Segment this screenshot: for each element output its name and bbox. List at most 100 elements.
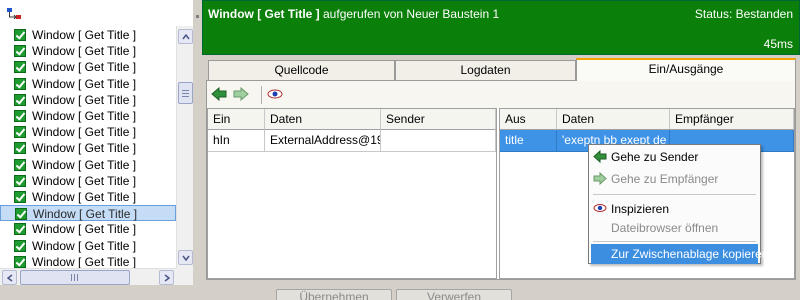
splitter-grip[interactable] [196, 15, 199, 18]
scroll-left-button[interactable] [2, 270, 17, 285]
col-header-empfaenger[interactable]: Empfänger [670, 109, 794, 130]
result-title: Window [ Get Title ] aufgerufen von Neue… [208, 7, 499, 21]
tree-item-label: Window [ Get Title ] [32, 222, 137, 237]
col-header-daten[interactable]: Daten [265, 109, 381, 130]
check-passed-icon [14, 110, 26, 122]
check-passed-icon [14, 158, 26, 171]
tree-item[interactable]: Window [ Get Title ] [0, 238, 176, 254]
tab-quellcode[interactable]: Quellcode [208, 60, 395, 81]
table-cell[interactable]: title [500, 130, 557, 152]
status-text: Status: Bestanden [694, 7, 793, 21]
check-passed-icon [14, 142, 26, 155]
menu-item-label: Gehe zu Sender [611, 150, 699, 164]
menu-item-dateibrowser-oeffnen[interactable]: Dateibrowser öffnen [591, 218, 758, 238]
discard-button[interactable]: Verwerfen [396, 289, 512, 300]
result-title-bold: Window [ Get Title ] [208, 7, 320, 21]
hierarchy-icon[interactable] [6, 7, 24, 21]
vertical-scroll-thumb[interactable] [178, 82, 193, 104]
arrow-left-green-icon[interactable] [211, 86, 227, 102]
check-passed-icon [15, 208, 27, 221]
scroll-right-button[interactable] [159, 270, 174, 285]
horizontal-scroll-thumb[interactable] [20, 270, 130, 285]
tree-item[interactable]: Window [ Get Title ] [0, 189, 176, 205]
tab-ein-ausgaenge[interactable]: Ein/Ausgänge [576, 58, 796, 81]
tree-item-label: Window [ Get Title ] [32, 125, 137, 140]
table-cell[interactable]: hIn [208, 130, 265, 152]
tree-item[interactable]: Window [ Get Title ] [0, 254, 176, 268]
col-header-daten[interactable]: Daten [557, 109, 670, 130]
menu-item-label: Zur Zwischenablage kopieren [611, 247, 769, 261]
duration-text: 45ms [763, 37, 793, 51]
tree-item-label: Window [ Get Title ] [32, 157, 137, 172]
tree-item[interactable]: Window [ Get Title ] [0, 124, 176, 140]
tree-item-label: Window [ Get Title ] [32, 238, 137, 253]
check-passed-icon [14, 223, 26, 236]
toolbar-separator [261, 86, 262, 104]
check-passed-icon [14, 255, 26, 268]
arrow-right-green-icon [593, 172, 607, 185]
table-cell[interactable] [381, 130, 496, 152]
tree-item[interactable]: Window [ Get Title ] [0, 173, 176, 189]
eye-icon[interactable] [267, 87, 283, 101]
inputs-table: Ein Daten Sender hIn ExternalAddress@197… [207, 108, 497, 279]
panel-splitter[interactable] [193, 0, 202, 285]
menu-separator [593, 194, 756, 195]
tree-item[interactable]: Window [ Get Title ] [0, 59, 176, 75]
tree-item-label: Window [ Get Title ] [32, 190, 137, 204]
tree-item[interactable]: Window [ Get Title ] [0, 221, 176, 237]
tree-item[interactable]: Window [ Get Title ] [0, 92, 176, 108]
check-passed-icon [14, 126, 26, 139]
tree-item-label: Window [ Get Title ] [32, 28, 137, 42]
tree-item-label: Window [ Get Title ] [32, 92, 137, 107]
tree-item[interactable]: Window [ Get Title ] [0, 108, 176, 124]
tree-item-label: Window [ Get Title ] [32, 141, 137, 156]
arrow-left-green-icon [593, 150, 607, 163]
menu-item-label: Gehe zu Empfänger [611, 172, 719, 186]
tree-horizontal-scrollbar[interactable] [0, 268, 176, 285]
col-header-ein[interactable]: Ein [208, 109, 265, 130]
scroll-down-button[interactable] [178, 250, 193, 265]
check-passed-icon [14, 29, 26, 41]
chevron-left-icon [7, 274, 13, 282]
col-header-aus[interactable]: Aus [500, 109, 557, 130]
apply-button[interactable]: Übernehmen [276, 289, 392, 300]
arrow-right-green-icon[interactable] [233, 86, 249, 102]
tree-item-label: Window [ Get Title ] [32, 109, 137, 123]
scroll-up-button[interactable] [178, 29, 193, 44]
tree-item-label: Window [ Get Title ] [32, 44, 137, 59]
check-passed-icon [14, 77, 26, 90]
result-header: Window [ Get Title ] aufgerufen von Neue… [202, 0, 800, 55]
check-passed-icon [14, 239, 26, 252]
check-passed-icon [14, 174, 26, 187]
tree-item-label: Window [ Get Title ] [32, 76, 137, 91]
check-passed-icon [14, 45, 26, 58]
tree-item-label: Window [ Get Title ] [32, 173, 137, 188]
tree-item[interactable]: Window [ Get Title ] [0, 205, 176, 222]
menu-item-gehe-zu-sender[interactable]: Gehe zu Sender [591, 147, 758, 167]
tree-item[interactable]: Window [ Get Title ] [0, 43, 176, 59]
tree-item[interactable]: Window [ Get Title ] [0, 157, 176, 173]
col-header-sender[interactable]: Sender [381, 109, 496, 130]
tab-logdaten[interactable]: Logdaten [395, 60, 576, 81]
menu-separator [593, 241, 756, 242]
tree-vertical-scrollbar[interactable] [176, 26, 193, 268]
result-title-rest: aufgerufen von Neuer Baustein 1 [319, 7, 500, 21]
tree-item-label: Window [ Get Title ] [33, 207, 138, 222]
chevron-right-icon [164, 274, 170, 282]
menu-item-label: Inspizieren [611, 202, 670, 216]
menu-item-gehe-zu-empfaenger[interactable]: Gehe zu Empfänger [591, 169, 758, 189]
call-tree: Window [ Get Title ] Window [ Get Title ]… [0, 26, 176, 268]
tree-item[interactable]: Window [ Get Title ] [0, 27, 176, 43]
eye-icon [593, 204, 607, 212]
menu-item-zwischenablage-kopieren[interactable]: Zur Zwischenablage kopieren [591, 244, 768, 264]
menu-item-inspizieren[interactable]: Inspizieren [591, 199, 758, 219]
scrollbar-corner [176, 268, 193, 285]
tree-item[interactable]: Window [ Get Title ] [0, 140, 176, 156]
tree-item[interactable]: Window [ Get Title ] [0, 76, 176, 92]
table-cell[interactable]: ExternalAddress@197. [265, 130, 381, 152]
context-menu: Gehe zu Sender Gehe zu Empfänger Inspizi… [588, 144, 768, 264]
tree-item-label: Window [ Get Title ] [32, 254, 137, 268]
check-passed-icon [14, 93, 26, 106]
chevron-down-icon [182, 255, 190, 261]
chevron-up-icon [182, 34, 190, 40]
